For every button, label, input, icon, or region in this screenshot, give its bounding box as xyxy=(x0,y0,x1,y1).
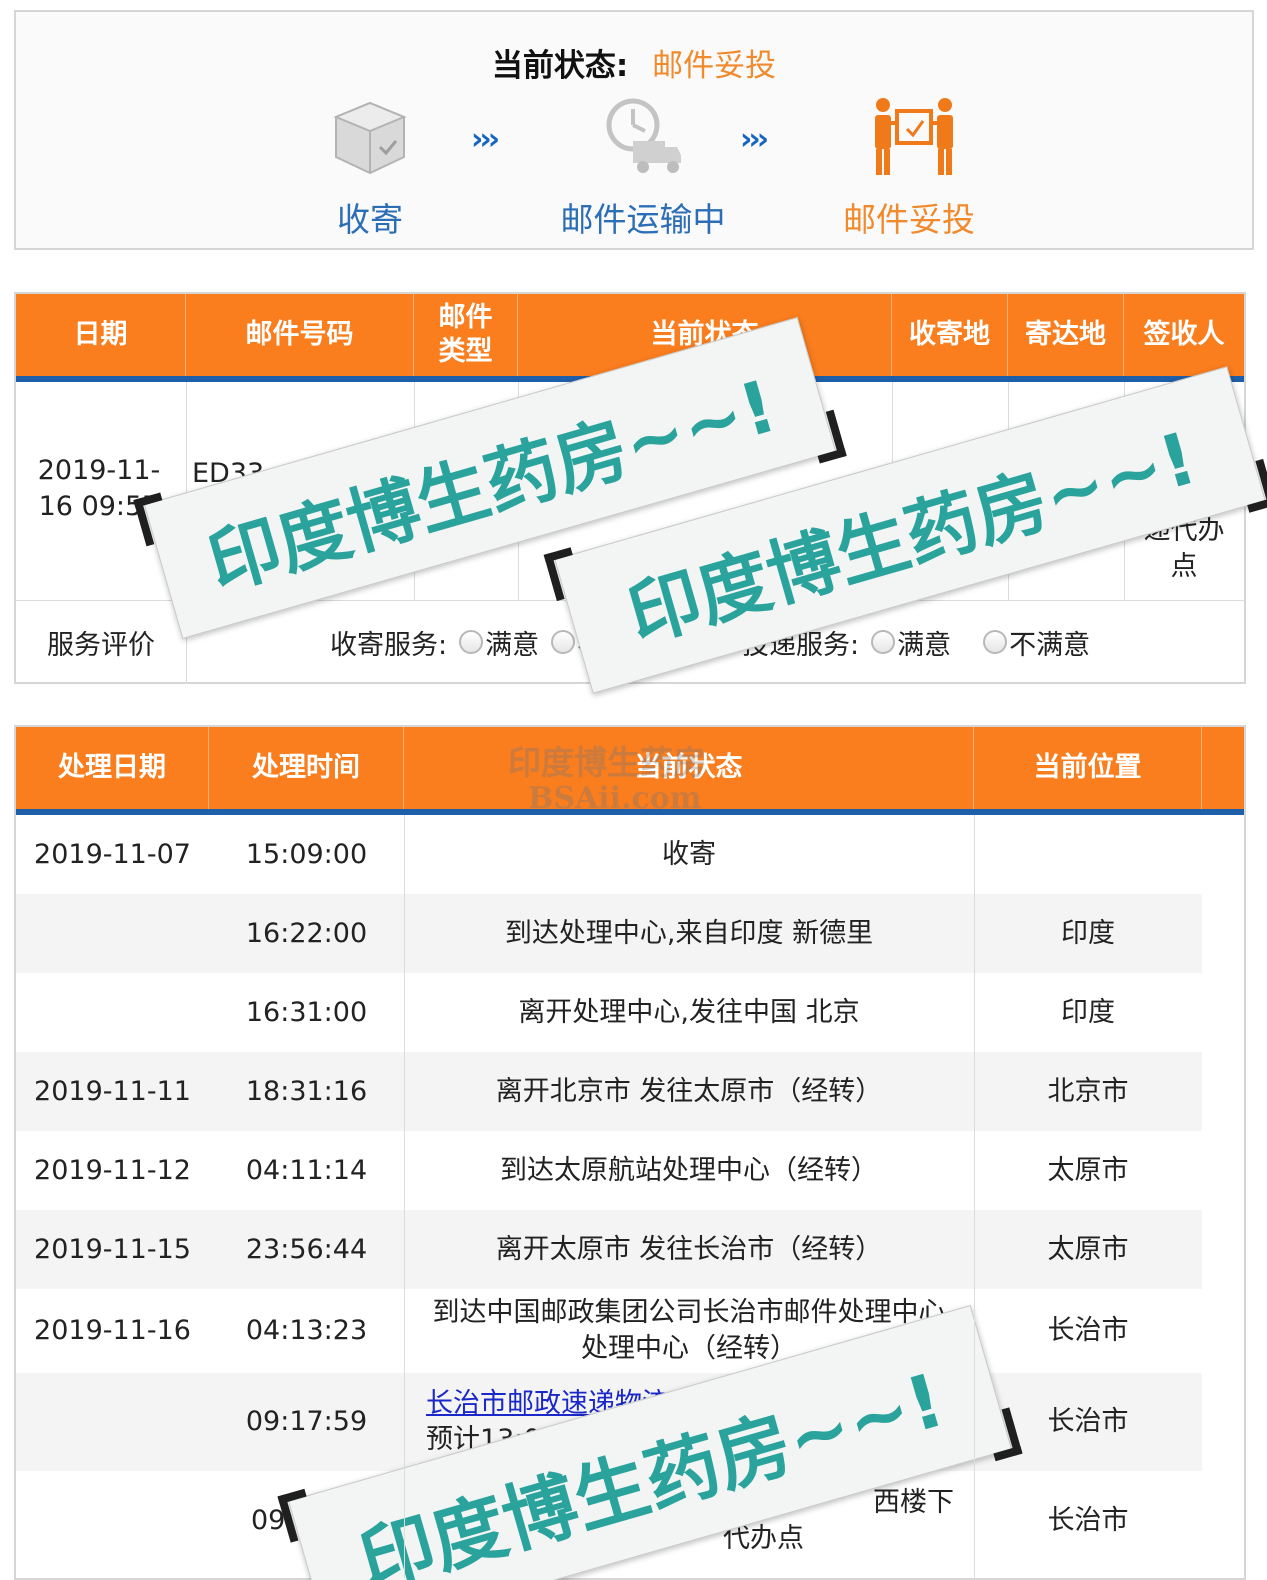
row-location: 长治市 xyxy=(1047,1315,1129,1346)
col-date: 日期 xyxy=(16,294,186,376)
row-location: 印度 xyxy=(1061,996,1115,1028)
table-row: 16:31:00 离开处理中心,发往中国 北京 印度 xyxy=(16,973,1202,1052)
table-row: 16:22:00 到达处理中心,来自印度 新德里 印度 xyxy=(16,894,1202,973)
delivery-status-panel: 当前状态: 邮件妥投 收寄 ››› 邮件运输中 ››› 邮件妥投 xyxy=(14,10,1254,250)
row-date xyxy=(16,1471,209,1571)
row-location: 印度 xyxy=(1061,917,1115,949)
row-time: 15:09:00 xyxy=(245,838,368,870)
step-in-transit: 邮件运输中 xyxy=(513,97,773,241)
truck-clock-icon xyxy=(603,97,683,177)
delivery-unsatisfied-option[interactable]: 不满意 xyxy=(971,623,1090,662)
row-location: 太原市 xyxy=(1047,1154,1129,1186)
row-date: 2019-11-11 xyxy=(34,1075,191,1107)
table-row: 2019-11-11 18:31:16 离开北京市 发往太原市（经转） 北京市 xyxy=(16,1052,1202,1131)
chevron-arrows-icon: ››› xyxy=(740,122,769,157)
row-location: 长治市 xyxy=(1047,1505,1129,1536)
faint-watermark: 印度博生药房 BSAii.com xyxy=(508,745,706,817)
row-date xyxy=(16,973,209,1052)
chevron-arrows-icon: ››› xyxy=(471,122,500,157)
row-status: 到达处理中心,来自印度 新德里 xyxy=(504,917,874,949)
row-status: 离开处理中心,发往中国 北京 xyxy=(518,996,860,1028)
col-origin: 收寄地 xyxy=(892,294,1008,376)
satisfied-label: 满意 xyxy=(485,629,540,661)
step-delivered-label: 邮件妥投 xyxy=(843,200,975,239)
row-date: 2019-11-07 xyxy=(34,838,191,870)
radio-button[interactable] xyxy=(871,630,896,654)
row-location: 北京市 xyxy=(1047,1075,1129,1107)
row-date xyxy=(16,894,209,973)
row-time: 18:31:16 xyxy=(245,1075,368,1107)
faint-watermark-line: 印度博生药房 xyxy=(508,743,706,782)
radio-button[interactable] xyxy=(983,630,1008,654)
pickup-satisfied-option[interactable]: 满意 xyxy=(447,623,539,662)
row-time: 09:17:59 xyxy=(245,1406,368,1437)
col-signer: 签收人 xyxy=(1143,319,1225,350)
row-status-line: 到达中国邮政集团公司长治市邮件处理中心 xyxy=(432,1297,946,1328)
row-date xyxy=(16,1373,209,1471)
row-time: 04:13:23 xyxy=(245,1315,368,1346)
row-date: 2019-11-16 xyxy=(34,1315,191,1346)
current-status-line: 当前状态: 邮件妥投 xyxy=(16,40,1252,85)
table-row: 2019-11-15 23:56:44 离开太原市 发往长治市（经转） 太原市 xyxy=(16,1210,1202,1289)
table-row: 2019-11-16 04:13:23 到达中国邮政集团公司长治市邮件处理中心 … xyxy=(16,1289,1202,1373)
unsatisfied-label: 不满意 xyxy=(1009,629,1091,661)
current-status-value: 邮件妥投 xyxy=(652,48,777,84)
row-time: 04:11:14 xyxy=(245,1154,368,1186)
row-status: 收寄 xyxy=(662,838,716,870)
package-icon xyxy=(330,97,410,177)
row-status: 到达太原航站处理中心（经转） xyxy=(500,1154,878,1186)
row-date: 2019-11-15 xyxy=(34,1233,191,1265)
row-status-line: 处理中心（经转） xyxy=(581,1333,797,1364)
service-evaluation-label: 服务评价 xyxy=(47,629,155,661)
step-in-transit-label: 邮件运输中 xyxy=(560,200,726,239)
col-mail-type: 邮件类型 xyxy=(414,294,518,376)
row-location: 太原市 xyxy=(1047,1233,1129,1265)
col-destination: 寄达地 xyxy=(1008,294,1124,376)
step-collected: 收寄 xyxy=(240,97,500,241)
table-row: 2019-11-07 15:09:00 收寄 xyxy=(16,815,1202,894)
radio-button[interactable] xyxy=(551,630,576,654)
row-status-line: 西楼下 xyxy=(873,1487,954,1518)
row-status: 离开北京市 发往太原市（经转） xyxy=(495,1075,883,1107)
step-delivered: 邮件妥投 xyxy=(779,97,1039,241)
row-time: 16:22:00 xyxy=(245,917,368,949)
pickup-service-label: 收寄服务: xyxy=(330,629,448,661)
col-process-time: 处理时间 xyxy=(209,727,404,809)
col-process-date: 处理日期 xyxy=(16,727,209,809)
row-time: 16:31:00 xyxy=(245,996,368,1028)
radio-button[interactable] xyxy=(459,630,484,654)
satisfied-label: 满意 xyxy=(897,629,952,661)
row-location xyxy=(974,815,1202,894)
row-status: 离开太原市 发往长治市（经转） xyxy=(495,1233,883,1265)
delivery-satisfied-option[interactable]: 满意 xyxy=(859,623,951,662)
delivery-people-icon xyxy=(869,97,953,177)
step-collected-label: 收寄 xyxy=(337,200,403,239)
table-row: 2019-11-12 04:11:14 到达太原航站处理中心（经转） 太原市 xyxy=(16,1131,1202,1210)
current-status-label: 当前状态: xyxy=(491,48,629,84)
faint-watermark-line: BSAii.com xyxy=(528,781,702,816)
col-location: 当前位置 xyxy=(974,727,1202,809)
row-time: 23:56:44 xyxy=(245,1233,368,1265)
col-mail-number: 邮件号码 xyxy=(186,294,414,376)
row-date: 2019-11-12 xyxy=(34,1154,191,1186)
